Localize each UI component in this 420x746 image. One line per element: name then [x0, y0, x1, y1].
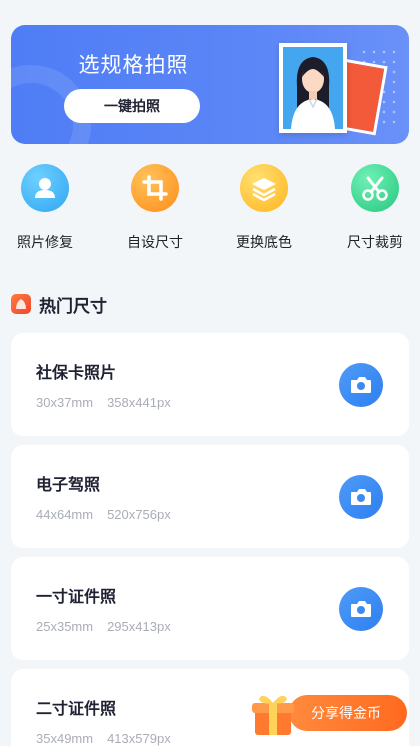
camera-button[interactable]: [339, 363, 383, 407]
scissors-icon: [351, 164, 399, 212]
tool-custom-size[interactable]: 自设尺寸: [110, 160, 200, 252]
tool-label: 自设尺寸: [127, 234, 183, 250]
size-name: 二寸证件照: [36, 701, 117, 718]
size-mm: 35x49mm: [36, 731, 94, 746]
size-card[interactable]: 社保卡照片 30x37mm 358x441px: [11, 333, 409, 436]
camera-icon: [351, 601, 371, 617]
share-label: 分享得金币: [289, 695, 407, 731]
size-name: 电子驾照: [36, 477, 101, 494]
section-header: 热门尺寸: [11, 292, 107, 316]
share-earn-coins-button[interactable]: 分享得金币: [243, 683, 413, 743]
layers-icon: [240, 164, 288, 212]
size-card[interactable]: 一寸证件照 25x35mm 295x413px: [11, 557, 409, 660]
crop-icon: [131, 164, 179, 212]
size-spec: 30x37mm 358x441px: [36, 395, 171, 410]
size-mm: 25x35mm: [36, 619, 94, 634]
tool-label: 照片修复: [17, 234, 73, 250]
size-spec: 35x49mm 413x579px: [36, 731, 171, 746]
banner-title: 选规格拍照: [78, 54, 189, 77]
size-px: 520x756px: [107, 507, 171, 522]
camera-icon: [351, 489, 371, 505]
one-click-photo-button[interactable]: 一键拍照: [64, 89, 200, 123]
section-title: 热门尺寸: [39, 296, 107, 316]
tool-change-background[interactable]: 更换底色: [219, 160, 309, 252]
gift-icon: [252, 695, 294, 735]
person-icon: [21, 164, 69, 212]
tool-photo-repair[interactable]: 照片修复: [0, 160, 90, 252]
size-spec: 25x35mm 295x413px: [36, 619, 171, 634]
size-name: 一寸证件照: [36, 589, 117, 606]
size-px: 358x441px: [107, 395, 171, 410]
size-px: 295x413px: [107, 619, 171, 634]
size-card[interactable]: 电子驾照 44x64mm 520x756px: [11, 445, 409, 548]
size-name: 社保卡照片: [36, 365, 117, 382]
camera-icon: [351, 377, 371, 393]
camera-button[interactable]: [339, 475, 383, 519]
fire-icon: [11, 294, 31, 314]
banner: 选规格拍照 一键拍照: [11, 25, 409, 144]
tools-row: 照片修复 自设尺寸 更换底色 尺寸裁剪: [0, 160, 420, 260]
tool-size-cutting[interactable]: 尺寸裁剪: [330, 160, 420, 252]
tool-label: 尺寸裁剪: [347, 234, 403, 250]
tool-label: 更换底色: [236, 234, 292, 250]
size-mm: 30x37mm: [36, 395, 94, 410]
camera-button[interactable]: [339, 587, 383, 631]
size-spec: 44x64mm 520x756px: [36, 507, 171, 522]
size-mm: 44x64mm: [36, 507, 94, 522]
id-photo-illustration: [279, 43, 347, 133]
portrait-icon: [283, 47, 343, 129]
size-px: 413x579px: [107, 731, 171, 746]
